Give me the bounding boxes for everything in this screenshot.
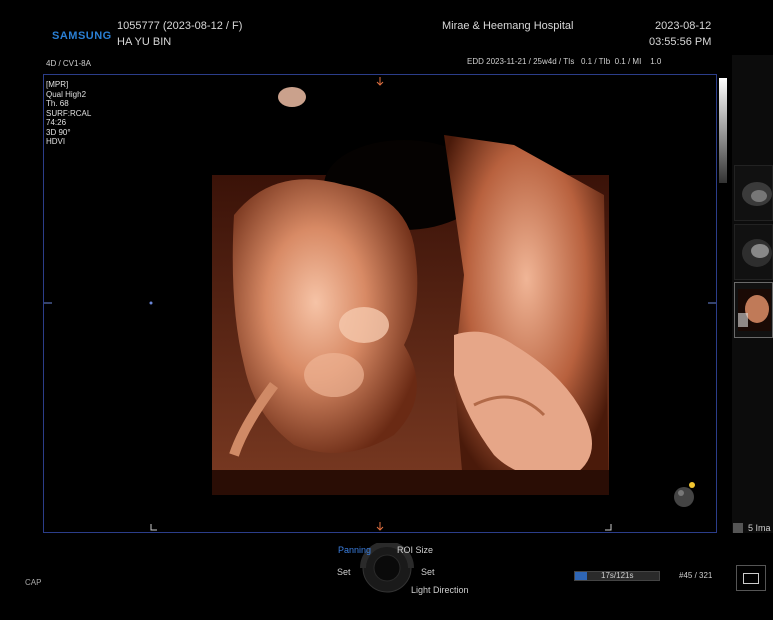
image-count-label: 5 Ima	[748, 523, 771, 533]
patient-name: HA YU BIN	[117, 36, 172, 48]
set-left-label[interactable]: Set	[337, 567, 351, 577]
grayscale-bar	[719, 78, 727, 183]
mpr-info: [MPR] Qual High2 Th. 68 SURF:RCAL 74:26 …	[46, 80, 91, 147]
thumbnail-3[interactable]	[734, 282, 773, 338]
patient-id: 1055777 (2023-08-12 / F)	[117, 20, 243, 32]
fetal-3d-render	[44, 77, 716, 531]
light-direction-label[interactable]: Light Direction	[411, 585, 469, 595]
panning-label[interactable]: Panning	[338, 545, 371, 555]
mpr-line: Qual High2	[46, 89, 87, 99]
mpr-line: HDVI	[46, 137, 66, 146]
frame-counter: #45 / 321	[679, 571, 713, 580]
image-count-checkbox[interactable]	[733, 523, 743, 533]
mpr-line: 74:26	[46, 118, 67, 127]
exam-time: 03:55:56 PM	[649, 36, 712, 48]
monitor-icon	[743, 573, 759, 584]
mpr-line: 3D 90°	[46, 127, 71, 137]
cap-label: CAP	[25, 578, 42, 587]
thumbnail-3-image	[738, 289, 771, 331]
screen-button[interactable]	[736, 565, 766, 591]
probe-label: 4D / CV1-8A	[46, 59, 91, 68]
cine-progress-text: 17s/121s	[601, 571, 634, 580]
cine-progress-fill	[575, 572, 587, 580]
exam-parameters: EDD 2023-11-21 / 25w4d / TIs 0.1 / TIb 0…	[467, 57, 662, 66]
roi-size-label[interactable]: ROI Size	[397, 545, 433, 555]
samsung-logo: SAMSUNG	[52, 30, 112, 42]
thumbnail-1-image	[742, 182, 772, 206]
thumbnail-2-image	[742, 239, 772, 267]
thumbnail-1[interactable]	[734, 165, 773, 221]
thumbnail-2[interactable]	[734, 224, 773, 280]
mpr-line: SURF:RCAL	[46, 108, 92, 118]
mpr-line: Th. 68	[46, 99, 69, 108]
render-viewport[interactable]	[43, 74, 717, 533]
hospital-name: Mirae & Heemang Hospital	[442, 20, 574, 32]
mpr-line: [MPR]	[46, 80, 69, 89]
exam-date: 2023-08-12	[655, 20, 712, 32]
set-right-label[interactable]: Set	[421, 567, 435, 577]
